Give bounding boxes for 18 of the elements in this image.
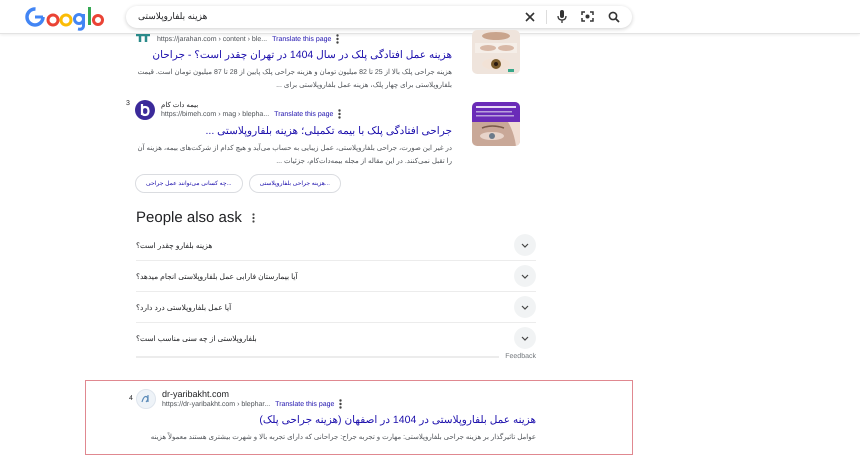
microphone-icon[interactable] — [557, 10, 567, 23]
search-query: هزینه بلفاروپلاستی — [138, 11, 208, 22]
search-icon[interactable] — [608, 10, 620, 22]
search-field[interactable]: هزینه بلفاروپلاستی — [126, 6, 632, 28]
site-name: dr-yaribakht.com — [162, 389, 230, 399]
more-options-icon[interactable] — [338, 109, 342, 119]
result-title-link[interactable]: هزینه عمل افتادگی پلک در سال 1404 در تهران چقدر است؟ - جراحان — [135, 48, 452, 63]
more-options-icon[interactable] — [336, 34, 340, 44]
site-favicon-icon — [135, 100, 155, 120]
section-heading: People also ask — [136, 209, 242, 226]
close-icon[interactable] — [524, 10, 536, 22]
site-favicon-icon — [135, 34, 151, 42]
more-options-icon[interactable] — [339, 399, 342, 409]
site-favicon-icon — [136, 389, 156, 409]
result-title-link[interactable]: هزینه عمل بلفاروپلاستی در 1404 در اصفهان (هزینه جراحی پلک) — [136, 413, 536, 428]
more-options-icon[interactable] — [252, 212, 255, 222]
result-title-link[interactable]: جراحی افتادگی پلک با بیمه تکمیلی؛ هزینه بلفاروپلاستی ... — [135, 124, 452, 139]
camera-lens-icon[interactable] — [581, 10, 594, 23]
